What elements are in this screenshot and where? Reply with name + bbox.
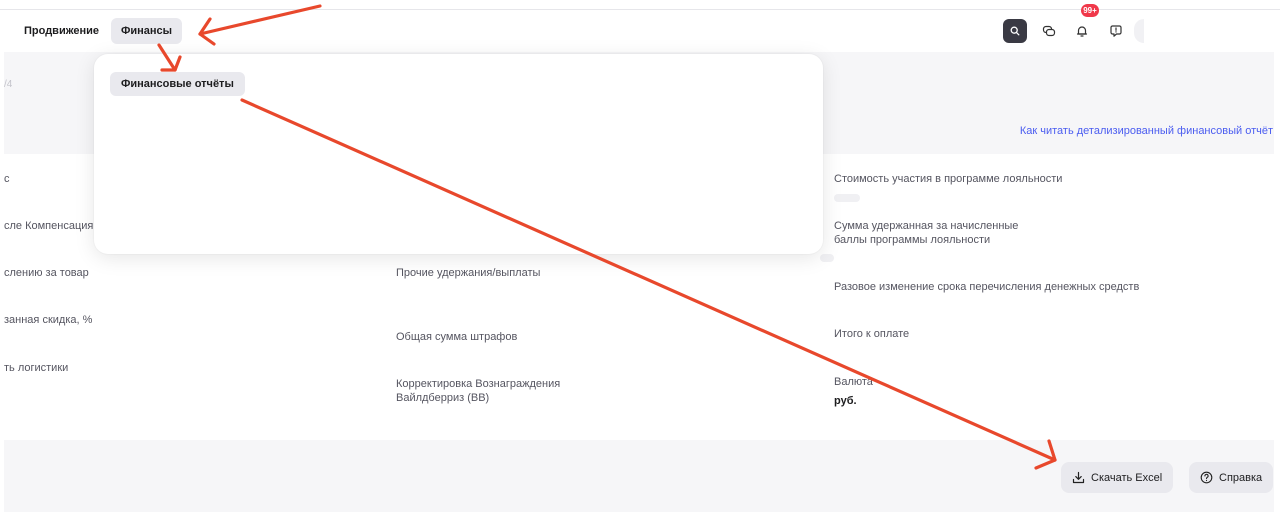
- field-label: Прочие удержания/выплаты: [396, 267, 541, 279]
- support-button[interactable]: [1104, 19, 1128, 43]
- field-label: ть логистики: [4, 362, 69, 374]
- how-to-read-report-link[interactable]: Как читать детализированный финансовый о…: [1020, 125, 1273, 137]
- field-label: слению за товар: [4, 267, 89, 279]
- field-label: Сумма удержанная за начисленные баллы пр…: [834, 220, 1019, 246]
- field-label: Корректировка Вознаграждения Вайлдберриз…: [396, 378, 561, 404]
- question-circle-icon: [1200, 471, 1213, 484]
- search-icon: [1010, 26, 1020, 36]
- chat-button[interactable]: [1037, 19, 1061, 43]
- help-label: Справка: [1219, 471, 1263, 484]
- field-label: с: [4, 173, 10, 185]
- menu-item-financial-reports[interactable]: Финансовые отчёты: [110, 72, 245, 96]
- currency-value: руб.: [834, 395, 857, 407]
- field-label: занная скидка, %: [4, 314, 93, 326]
- field-label: сле Компенсация: [4, 220, 94, 232]
- bell-icon: [1076, 26, 1088, 37]
- notification-badge: 99+: [1081, 4, 1099, 17]
- report-date-fragment: /4: [4, 79, 13, 90]
- chat-icon: [1042, 25, 1056, 37]
- avatar[interactable]: [1134, 19, 1144, 43]
- field-label: Итого к оплате: [834, 328, 910, 340]
- value-placeholder: [834, 194, 860, 202]
- notifications-button[interactable]: [1070, 19, 1094, 43]
- help-button[interactable]: Справка: [1189, 462, 1274, 493]
- field-label: Разовое изменение срока перечисления ден…: [834, 281, 1140, 293]
- download-excel-button[interactable]: Скачать Excel: [1061, 462, 1174, 493]
- value-placeholder: [820, 254, 834, 262]
- download-icon: [1072, 471, 1085, 484]
- nav-finance[interactable]: Финансы: [111, 18, 183, 44]
- download-excel-label: Скачать Excel: [1091, 471, 1163, 484]
- support-icon: [1110, 25, 1122, 37]
- field-label: Валюта: [834, 376, 873, 388]
- nav-promotion[interactable]: Продвижение: [14, 18, 109, 44]
- search-button[interactable]: [1003, 19, 1027, 43]
- finance-dropdown-menu: Финансовые отчёты: [94, 54, 823, 254]
- field-label: Общая сумма штрафов: [396, 331, 518, 343]
- field-label: Стоимость участия в программе лояльности: [834, 173, 1063, 185]
